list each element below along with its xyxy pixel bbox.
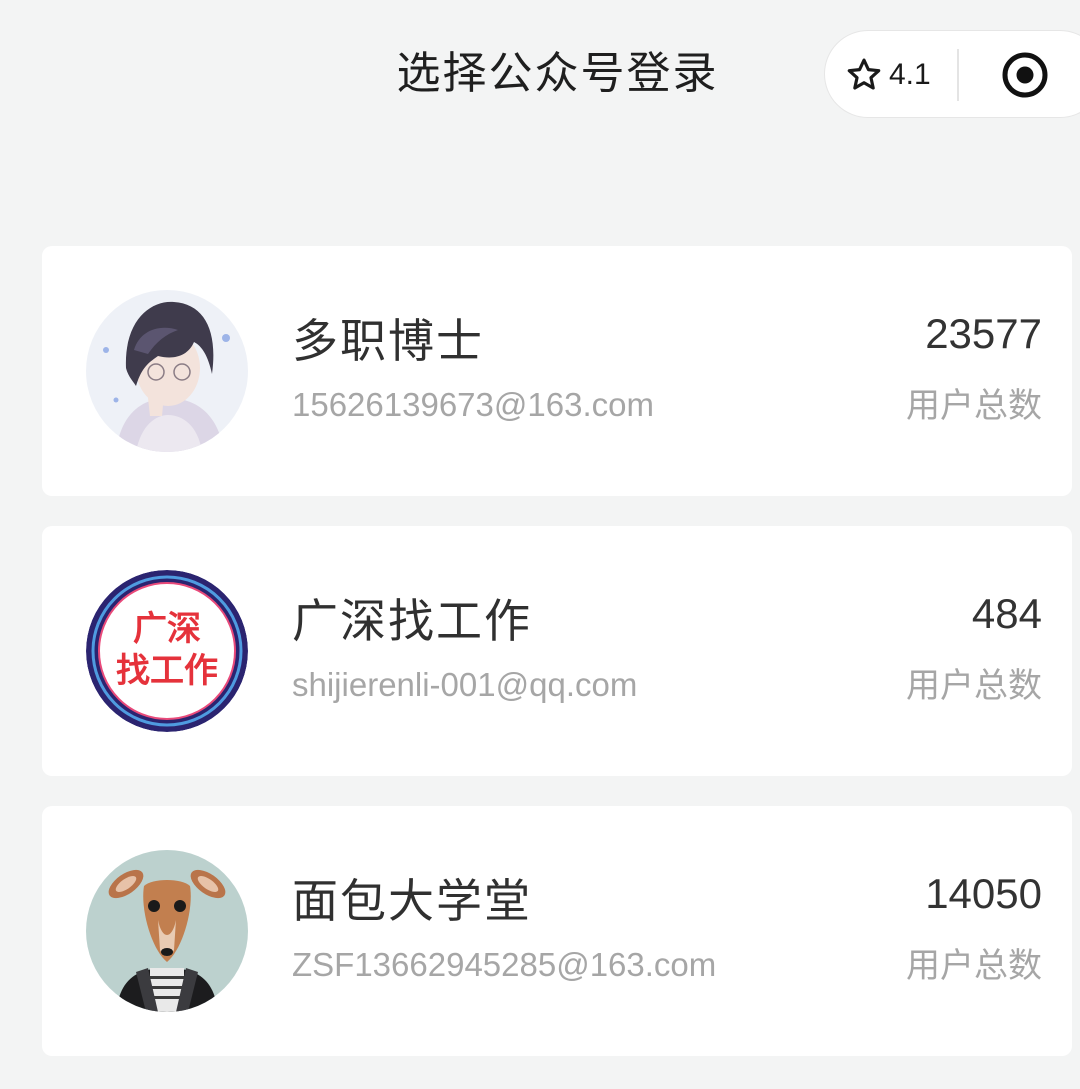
rating-value: 4.1 bbox=[889, 58, 931, 91]
favorite-button[interactable]: 4.1 bbox=[845, 49, 931, 101]
user-count-label: 用户总数 bbox=[906, 946, 1042, 986]
account-avatar: 广深 找工作 bbox=[86, 570, 248, 732]
target-icon bbox=[1002, 52, 1048, 98]
account-email: ZSF13662945285@163.com bbox=[292, 946, 717, 983]
account-card[interactable]: 面包大学堂 ZSF13662945285@163.com 14050 用户总数 bbox=[42, 806, 1072, 1056]
user-count: 23577 bbox=[925, 310, 1042, 357]
account-email: shijierenli-001@qq.com bbox=[292, 666, 638, 703]
user-count-label: 用户总数 bbox=[906, 386, 1042, 426]
avatar-logo-text-line1: 广深 bbox=[133, 609, 201, 649]
account-avatar bbox=[86, 290, 248, 452]
text-logo-avatar-icon: 广深 找工作 bbox=[86, 570, 248, 732]
user-count: 14050 bbox=[925, 870, 1042, 917]
mini-program-capsule: 4.1 bbox=[824, 30, 1080, 118]
record-target-button[interactable] bbox=[1001, 51, 1049, 99]
account-list: 多职博士 15626139673@163.com 23577 用户总数 广深 找… bbox=[42, 246, 1072, 1086]
account-email: 15626139673@163.com bbox=[292, 386, 654, 423]
account-avatar bbox=[86, 850, 248, 1012]
account-card[interactable]: 多职博士 15626139673@163.com 23577 用户总数 bbox=[42, 246, 1072, 496]
capsule-divider bbox=[957, 49, 959, 101]
account-card[interactable]: 广深 找工作 广深找工作 shijierenli-001@qq.com 484 … bbox=[42, 526, 1072, 776]
user-count: 484 bbox=[971, 590, 1042, 637]
avatar-logo-text-line2: 找工作 bbox=[116, 651, 218, 691]
deer-in-jacket-avatar-icon bbox=[86, 850, 248, 1012]
top-bar: 选择公众号登录 4.1 bbox=[0, 0, 1080, 150]
star-icon bbox=[845, 56, 883, 94]
anime-character-avatar-icon bbox=[86, 290, 248, 452]
account-name: 多职博士 bbox=[292, 314, 484, 368]
user-count-label: 用户总数 bbox=[906, 666, 1042, 706]
account-name: 广深找工作 bbox=[292, 594, 532, 648]
account-name: 面包大学堂 bbox=[292, 874, 532, 928]
